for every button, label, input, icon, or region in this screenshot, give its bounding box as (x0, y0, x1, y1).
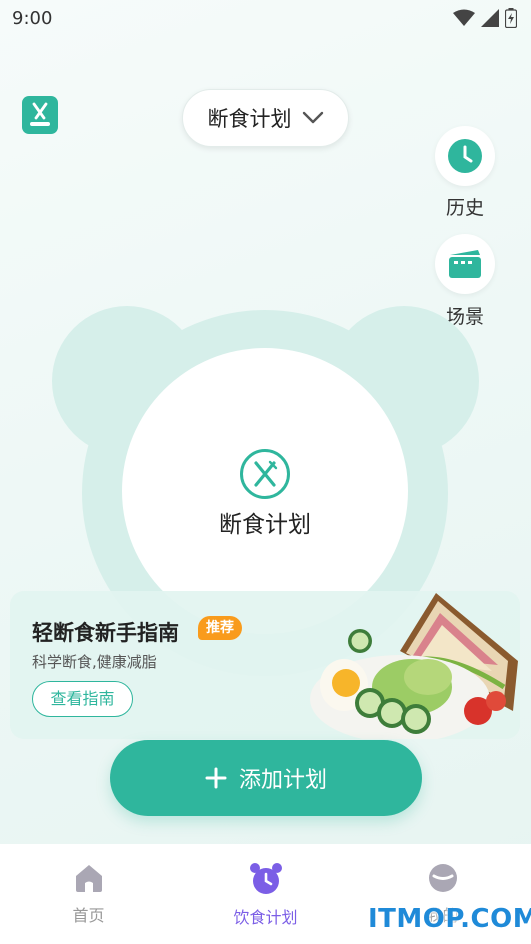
salad-sandwich-image (310, 593, 518, 739)
add-plan-button[interactable]: 添加计划 (110, 740, 422, 816)
nav-item-diet-plan[interactable]: 饮食计划 (177, 844, 354, 944)
guide-title: 轻断食新手指南 (32, 621, 179, 645)
history-label[interactable]: 历史 (435, 193, 495, 220)
center-plan-label: 断食计划 (219, 512, 311, 538)
signal-icon (481, 9, 499, 27)
plan-selector-dropdown[interactable]: 断食计划 (182, 89, 349, 147)
home-icon (75, 865, 102, 892)
beginner-guide-card[interactable]: 轻断食新手指南 推荐 科学断食,健康减脂 查看指南 (10, 591, 520, 739)
nav-label-diet-plan: 饮食计划 (233, 908, 298, 927)
scene-icon (449, 250, 481, 278)
nav-item-home[interactable]: 首页 (0, 844, 177, 944)
status-bar: 9:00 (0, 0, 531, 36)
recommend-badge: 推荐 (198, 616, 242, 640)
plan-selector-label: 断食计划 (207, 107, 292, 131)
status-icons (453, 8, 517, 28)
fork-knife-icon (240, 449, 290, 499)
guide-subtitle: 科学断食,健康减脂 (32, 653, 157, 671)
plus-icon (205, 767, 227, 789)
app-logo (22, 96, 58, 134)
clock-icon (448, 139, 482, 173)
history-button[interactable] (435, 126, 495, 186)
wifi-icon (453, 9, 475, 26)
view-guide-button[interactable]: 查看指南 (32, 681, 133, 717)
nav-label-home: 首页 (72, 906, 105, 925)
status-time: 9:00 (12, 7, 53, 29)
watermark: ITMOP.COM (368, 904, 531, 934)
alarm-clock-icon (249, 863, 282, 894)
battery-icon (505, 8, 517, 28)
profile-icon (428, 864, 457, 892)
scene-button[interactable] (435, 234, 495, 294)
add-plan-label: 添加计划 (238, 768, 327, 793)
chevron-down-icon (302, 111, 323, 124)
fork-knife-icon (30, 102, 50, 126)
